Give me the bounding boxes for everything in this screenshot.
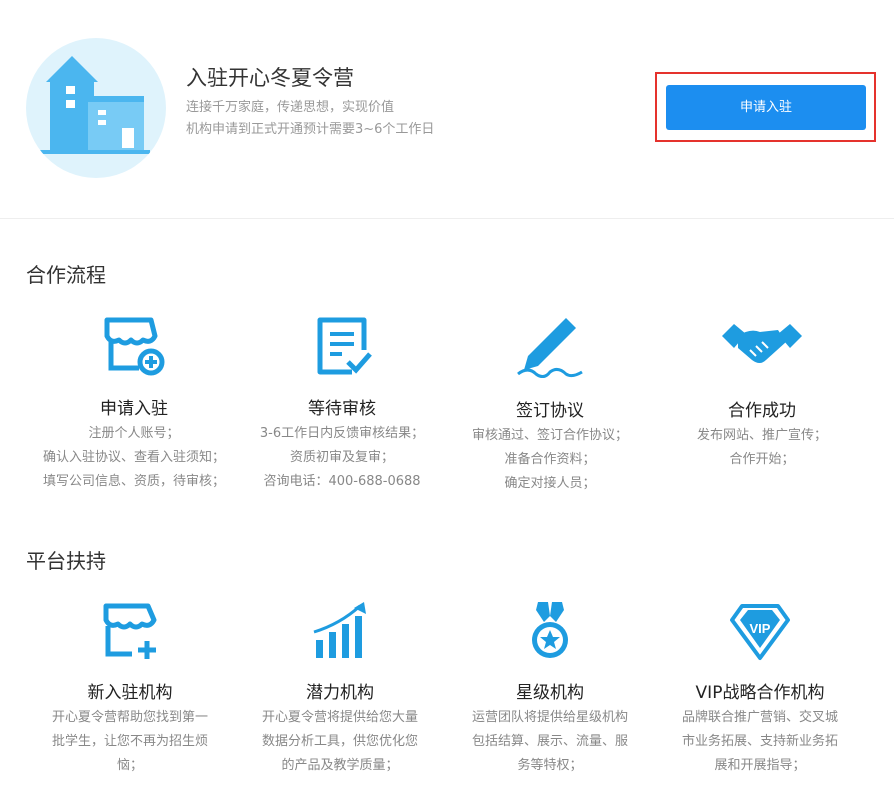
processing-time-note: 机构申请到正式开通预计需要3~6个工作日 <box>186 122 435 137</box>
process-step-title: 合作成功 <box>728 401 796 421</box>
support-item-title: 新入驻机构 <box>87 683 173 703</box>
process-step-desc: 审核通过、签订合作协议； 准备合作资料； 确定对接人员； <box>471 428 628 491</box>
document-check-icon <box>317 317 372 375</box>
support-item-desc: 开心夏令营帮助您找到第一 批学生，让您不再为招生烦 恼； <box>51 710 208 773</box>
support-section-title: 平台扶持 <box>26 549 106 573</box>
support-item-vip: VIP VIP战略合作机构 品牌联合推广营销、交叉城 市业务拓展、支持新业务拓 … <box>656 600 864 773</box>
support-item-title: 潜力机构 <box>306 683 374 703</box>
header-banner: 入驻开心冬夏令营 连接千万家庭，传递思想，实现价值 机构申请到正式开通预计需要3… <box>0 0 894 219</box>
building-logo-icon <box>26 38 166 178</box>
process-step-sign: 签订协议 审核通过、签订合作协议； 准备合作资料； 确定对接人员； <box>446 314 654 491</box>
handshake-icon <box>722 324 802 363</box>
process-step-title: 等待审核 <box>308 399 376 419</box>
process-step-success: 合作成功 发布网站、推广宣传； 合作开始； <box>658 314 866 467</box>
pen-signature-icon <box>517 318 583 378</box>
support-item-star: 星级机构 运营团队将提供给星级机构 包括结算、展示、流量、服 务等特权； <box>446 600 654 773</box>
vip-diamond-icon: VIP <box>730 604 790 660</box>
growth-chart-icon <box>313 602 366 658</box>
support-item-new: 新入驻机构 开心夏令营帮助您找到第一 批学生，让您不再为招生烦 恼； <box>26 600 234 773</box>
process-step-desc: 发布网站、推广宣传； 合作开始； <box>696 428 827 467</box>
store-plus-icon <box>103 603 157 659</box>
process-section-title: 合作流程 <box>26 263 106 287</box>
process-step-title: 申请入驻 <box>100 399 168 419</box>
svg-text:VIP: VIP <box>750 621 771 636</box>
page-title: 入驻开心冬夏令营 <box>186 66 354 90</box>
support-item-potential: 潜力机构 开心夏令营将提供给您大量 数据分析工具，供您优化您 的产品及教学质量； <box>236 600 444 773</box>
process-step-desc: 3-6工作日内反馈审核结果； 资质初审及复审； 咨询电话：400-688-068… <box>259 426 425 489</box>
page-subtitle: 连接千万家庭，传递思想，实现价值 <box>186 100 395 115</box>
process-step-desc: 注册个人账号； 确认入驻协议、查看入驻须知； 填写公司信息、资质，待审核； <box>42 426 225 489</box>
support-item-desc: 品牌联合推广营销、交叉城 市业务拓展、支持新业务拓 展和开展指导； <box>681 710 838 773</box>
support-item-title: VIP战略合作机构 <box>695 683 825 703</box>
process-step-apply: 申请入驻 注册个人账号； 确认入驻协议、查看入驻须知； 填写公司信息、资质，待审… <box>30 314 238 489</box>
shop-plus-icon <box>104 317 165 376</box>
star-medal-icon <box>532 602 568 658</box>
support-item-desc: 开心夏令营将提供给您大量 数据分析工具，供您优化您 的产品及教学质量； <box>261 710 418 773</box>
support-item-title: 星级机构 <box>516 683 584 703</box>
apply-join-button[interactable]: 申请入驻 <box>666 85 866 130</box>
process-step-review: 等待审核 3-6工作日内反馈审核结果； 资质初审及复审； 咨询电话：400-68… <box>238 314 446 489</box>
support-item-desc: 运营团队将提供给星级机构 包括结算、展示、流量、服 务等特权； <box>471 710 628 773</box>
process-step-title: 签订协议 <box>516 401 584 421</box>
